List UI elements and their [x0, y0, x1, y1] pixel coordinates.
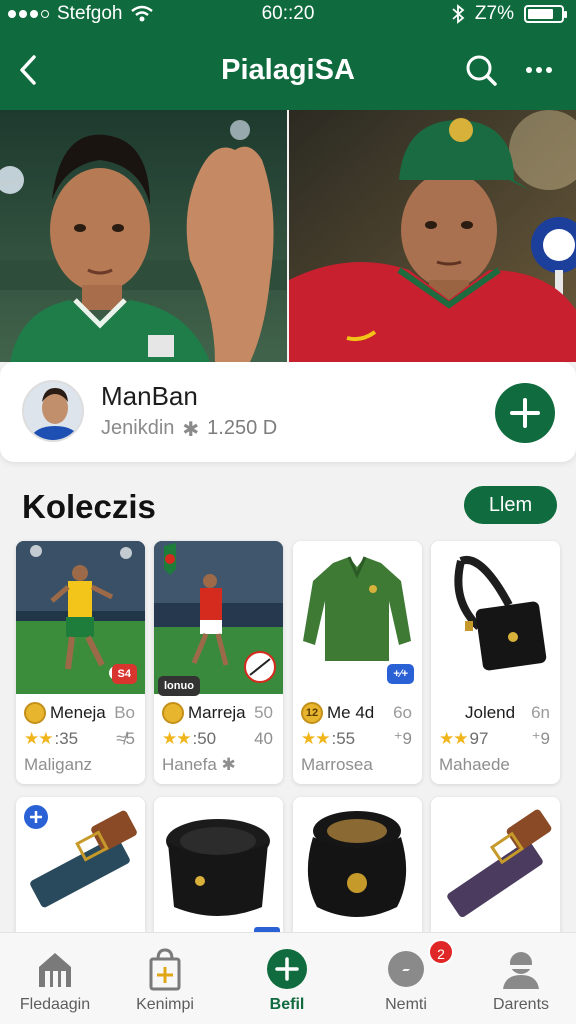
battery-percent: Z7%: [474, 3, 514, 24]
card-secondary-value: 40: [254, 729, 273, 748]
card-name: Jolend: [465, 703, 516, 722]
section-button[interactable]: Llem: [464, 486, 557, 524]
nav-label: Kenimpi: [136, 996, 194, 1013]
avatar[interactable]: [22, 380, 84, 442]
card-image: [154, 797, 283, 947]
collection-card[interactable]: [154, 797, 283, 947]
profile-icon: [503, 952, 539, 989]
card-rating-value: :35: [54, 729, 79, 748]
collection-card[interactable]: [293, 797, 422, 947]
add-button[interactable]: [495, 383, 555, 443]
battery-icon: [524, 5, 567, 23]
collection-card[interactable]: +⁄+ 12 Me 4d 6o ★★ :55 ⁺9 Marrosea: [293, 541, 422, 784]
card-secondary-value: ≉5: [116, 729, 135, 748]
card-rating-value: 97: [469, 729, 489, 748]
hero-photo-right: [289, 110, 576, 362]
card-subtitle: Marrosea: [301, 755, 373, 774]
star-rating-icon: ★★: [301, 729, 331, 748]
card-subtitle: Mahaede: [439, 755, 510, 774]
card-tag: +⁄+: [387, 664, 414, 684]
collection-card[interactable]: lonuo Marreja 50 ★★ :50 40 Hanefa ✱: [154, 541, 283, 784]
nav-label: Fledaagin: [19, 996, 91, 1013]
bluetooth-icon: [452, 4, 465, 24]
star-rating-icon: ★★: [439, 729, 469, 748]
hero-photo-left: [0, 110, 287, 362]
card-name: Marreja: [188, 703, 246, 722]
nav-item-home[interactable]: Fledaagin: [0, 933, 110, 1024]
nav-item-profile[interactable]: Darents: [466, 933, 576, 1024]
hero-banner[interactable]: [0, 110, 576, 362]
card-name: Me 4d: [327, 703, 375, 722]
bottom-nav: Fledaagin Kenimpi Befil Nemti Darents: [0, 932, 576, 1024]
card-name: Meneja: [50, 703, 106, 722]
search-icon[interactable]: [463, 52, 499, 88]
profile-meta-separator: ✱: [182, 419, 200, 441]
plus-icon: [510, 398, 540, 428]
card-rating-value: :55: [331, 729, 356, 748]
app-bar: PialagiSA: [0, 38, 576, 102]
star-rating-icon: ★★: [24, 729, 54, 748]
collection-card[interactable]: S4 Meneja Bo ★★ :35 ≉5 Maliganz: [16, 541, 145, 784]
profile-meta-value: 1.250 D: [207, 417, 278, 439]
notification-badge: 2: [428, 939, 454, 965]
card-secondary-value: ⁺9: [531, 729, 550, 748]
card-subtitle: Hanefa ✱: [162, 755, 236, 774]
card-image: [154, 541, 283, 694]
profile-card[interactable]: ManBan Jenikdin ✱ 1.250 D: [0, 362, 576, 462]
card-tag: S4: [111, 664, 137, 684]
card-tag: lonuo: [158, 676, 200, 696]
card-image: [16, 797, 145, 947]
compass-icon: [388, 951, 424, 987]
card-side-value: Bo: [114, 703, 135, 722]
section-title: Koleczis: [22, 488, 156, 525]
plus-circle-icon: [267, 949, 307, 989]
card-side-value: 50: [254, 703, 273, 722]
card-image: [293, 797, 422, 947]
coin-icon: [24, 702, 46, 724]
nav-label: Befil: [269, 996, 305, 1013]
card-side-value: 6o: [393, 703, 412, 722]
card-rating-value: :50: [192, 729, 217, 748]
profile-meta: Jenikdin ✱ 1.250 D: [101, 417, 277, 442]
more-horizontal-icon[interactable]: [522, 52, 556, 88]
collection-card[interactable]: Jolend 6n ★★ 97 ⁺9 Mahaede: [431, 541, 560, 784]
nav-label: Nemti: [385, 996, 427, 1013]
card-image: [431, 797, 560, 947]
card-side-value: 6n: [531, 703, 550, 722]
top-bar: Stefgoh 60::20 Z7% PialagiSA: [0, 0, 576, 110]
status-bar: Stefgoh 60::20 Z7%: [0, 0, 576, 28]
nav-label: Darents: [492, 996, 550, 1013]
coin-icon: 12: [301, 702, 323, 724]
coin-icon: [439, 702, 461, 724]
nav-item-shop[interactable]: Kenimpi: [110, 933, 220, 1024]
card-image: [431, 541, 560, 694]
nav-item-add[interactable]: Befil: [232, 933, 342, 1024]
coin-icon: [162, 702, 184, 724]
star-rating-icon: ★★: [162, 729, 192, 748]
card-subtitle: Maliganz: [24, 755, 93, 774]
collection-card[interactable]: [16, 797, 145, 947]
home-icon: [39, 953, 71, 987]
profile-meta-label: Jenikdin: [101, 417, 175, 439]
profile-name: ManBan: [101, 381, 198, 411]
shopping-bag-icon: [149, 948, 181, 991]
card-secondary-value: ⁺9: [393, 729, 412, 748]
collection-card[interactable]: [431, 797, 560, 947]
